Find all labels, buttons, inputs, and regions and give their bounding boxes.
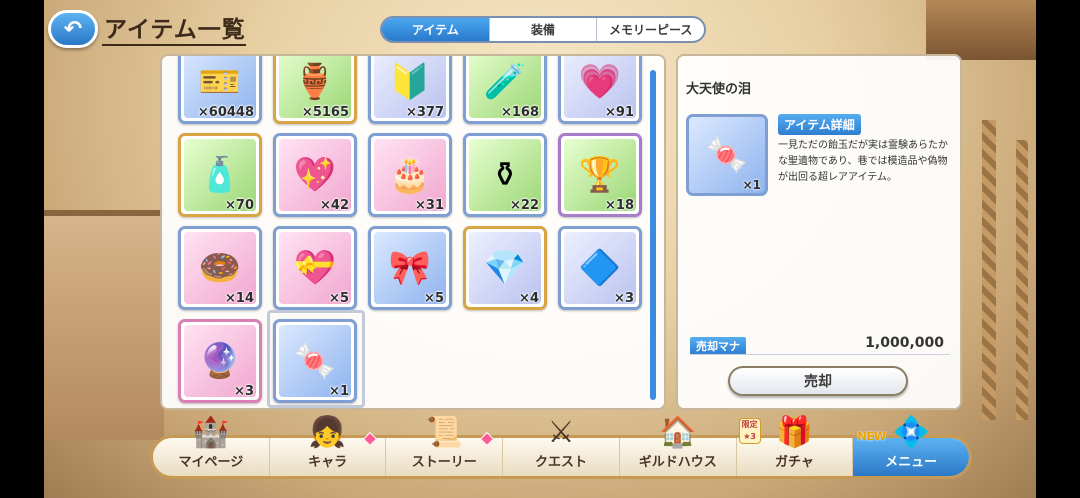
item-slot[interactable]: 🔷 ×3 (558, 226, 642, 310)
item-count: ×5 (329, 291, 349, 306)
item-slot[interactable]: 🧪 ×168 (463, 56, 547, 124)
item-count: ×3 (234, 384, 254, 399)
item-grid: 🎫 ×60448 🏺 ×5165 🔰 ×377 🧪 ×168 💗 ×91 🧴 ×70 💖 ×42 🎂 ×31 ⚱… (178, 56, 658, 408)
sell-mana-label: 売却マナ (690, 337, 746, 355)
item-slot[interactable]: 🎫 ×60448 (178, 56, 262, 124)
gacha-icon: 🎁 (775, 415, 814, 450)
house-icon: 🏠 (659, 415, 697, 450)
page-title: アイテム一覧 (102, 10, 246, 46)
notification-badge (363, 431, 378, 447)
item-count: ×42 (320, 198, 349, 213)
scrollbar-thumb[interactable] (650, 70, 656, 400)
item-count: ×91 (605, 105, 634, 120)
nav-item[interactable]: 🏠 ギルドハウス (620, 416, 737, 476)
item-count: ×5 (424, 291, 444, 306)
item-count: ×377 (405, 105, 444, 120)
item-detail-badge: アイテム詳細 (778, 114, 861, 135)
item-detail-panel: 大天使の泪 🍬 ×1 アイテム詳細 一見ただの飴玉だが実は霊験あらたかな聖遺物で… (676, 54, 962, 410)
item-slot[interactable]: ⚱ ×22 (463, 133, 547, 217)
item-slot[interactable]: 💝 ×5 (273, 226, 357, 310)
new-label: NEW (857, 430, 887, 443)
item-slot[interactable]: 🔰 ×377 (368, 56, 452, 124)
nav-item[interactable]: 🎁 限定★3 ガチャ (737, 416, 854, 476)
notification-badge (480, 431, 495, 447)
nav-label: ストーリー (411, 455, 477, 470)
crystal-icon: 💠 (892, 415, 930, 450)
item-slot[interactable]: 🏆 ×18 (558, 133, 642, 217)
item-count: ×4 (519, 291, 539, 306)
background-rope (982, 120, 996, 420)
nav-item[interactable]: 🏰 マイページ (153, 416, 270, 476)
nav-label: クエスト (535, 455, 588, 470)
item-name: 大天使の泪 (686, 82, 752, 97)
background-barrel (926, 0, 1036, 60)
selected-item-frame (267, 310, 365, 408)
nav-label: メニュー (885, 455, 938, 470)
sell-button[interactable]: 売却 (728, 366, 908, 396)
detail-count: ×1 (742, 178, 761, 192)
item-slot[interactable]: 🏺 ×5165 (273, 56, 357, 124)
item-slot[interactable]: 💗 ×91 (558, 56, 642, 124)
nav-label: マイページ (178, 455, 244, 470)
item-slot[interactable]: 🎂 ×31 (368, 133, 452, 217)
castle-icon: 🏰 (192, 415, 230, 450)
character-icon: 👧 (308, 415, 347, 450)
nav-item[interactable]: 💠 NEW メニュー (853, 416, 970, 476)
nav-item[interactable]: 📜 ストーリー (386, 416, 504, 476)
item-count: ×18 (605, 198, 634, 213)
sell-mana-value: 1,000,000 (865, 335, 944, 351)
nav-label: キャラ (308, 455, 348, 470)
item-count: ×22 (510, 198, 539, 213)
item-slot[interactable]: 🧴 ×70 (178, 133, 262, 217)
divider (690, 354, 950, 355)
nav-item[interactable]: 👧 キャラ (270, 416, 387, 476)
nav-label: ガチャ (775, 455, 814, 470)
sword-flag-icon: ⚔ (547, 415, 575, 450)
tab-items[interactable]: アイテム (382, 18, 490, 41)
item-list-panel: 🎫 ×60448 🏺 ×5165 🔰 ×377 🧪 ×168 💗 ×91 🧴 ×70 💖 ×42 🎂 ×31 ⚱… (160, 54, 666, 410)
back-button[interactable]: ↶ (48, 10, 98, 48)
nav-label: ギルドハウス (638, 455, 717, 470)
background-rope (1016, 140, 1028, 420)
detail-thumbnail: 🍬 ×1 (686, 114, 768, 196)
item-count: ×3 (614, 291, 634, 306)
item-slot[interactable]: 🎀 ×5 (368, 226, 452, 310)
item-count: ×70 (225, 198, 254, 213)
candy-icon: 🍬 (705, 135, 749, 175)
item-count: ×14 (225, 291, 254, 306)
nav-item[interactable]: ⚔ クエスト (503, 416, 620, 476)
item-count: ×60448 (197, 105, 254, 120)
item-count: ×168 (500, 105, 539, 120)
category-tabs: アイテム 装備 メモリーピース (380, 16, 706, 43)
item-count: ×31 (415, 198, 444, 213)
item-slot[interactable]: 💖 ×42 (273, 133, 357, 217)
item-slot[interactable]: 🔮 ×3 (178, 319, 262, 403)
background-crate (44, 210, 164, 440)
tab-equipment[interactable]: 装備 (490, 18, 598, 41)
tab-memory-pieces[interactable]: メモリーピース (597, 18, 704, 41)
item-count: ×5165 (301, 105, 349, 120)
item-slot[interactable]: 💎 ×4 (463, 226, 547, 310)
scroll-icon: 📜 (425, 415, 463, 450)
bottom-nav: 🏰 マイページ 👧 キャラ 📜 ストーリー ⚔ クエスト 🏠 ギルドハウス 🎁 限定★3 ガチャ 💠 NEW… (150, 416, 972, 479)
item-slot[interactable]: 🍩 ×14 (178, 226, 262, 310)
back-arrow-icon: ↶ (63, 16, 83, 42)
limited-badge: 限定★3 (738, 418, 761, 444)
item-description: 一見ただの飴玉だが実は霊験あらたかな聖遺物であり、巷では模造品や偽物が出回る超レ… (778, 140, 948, 183)
